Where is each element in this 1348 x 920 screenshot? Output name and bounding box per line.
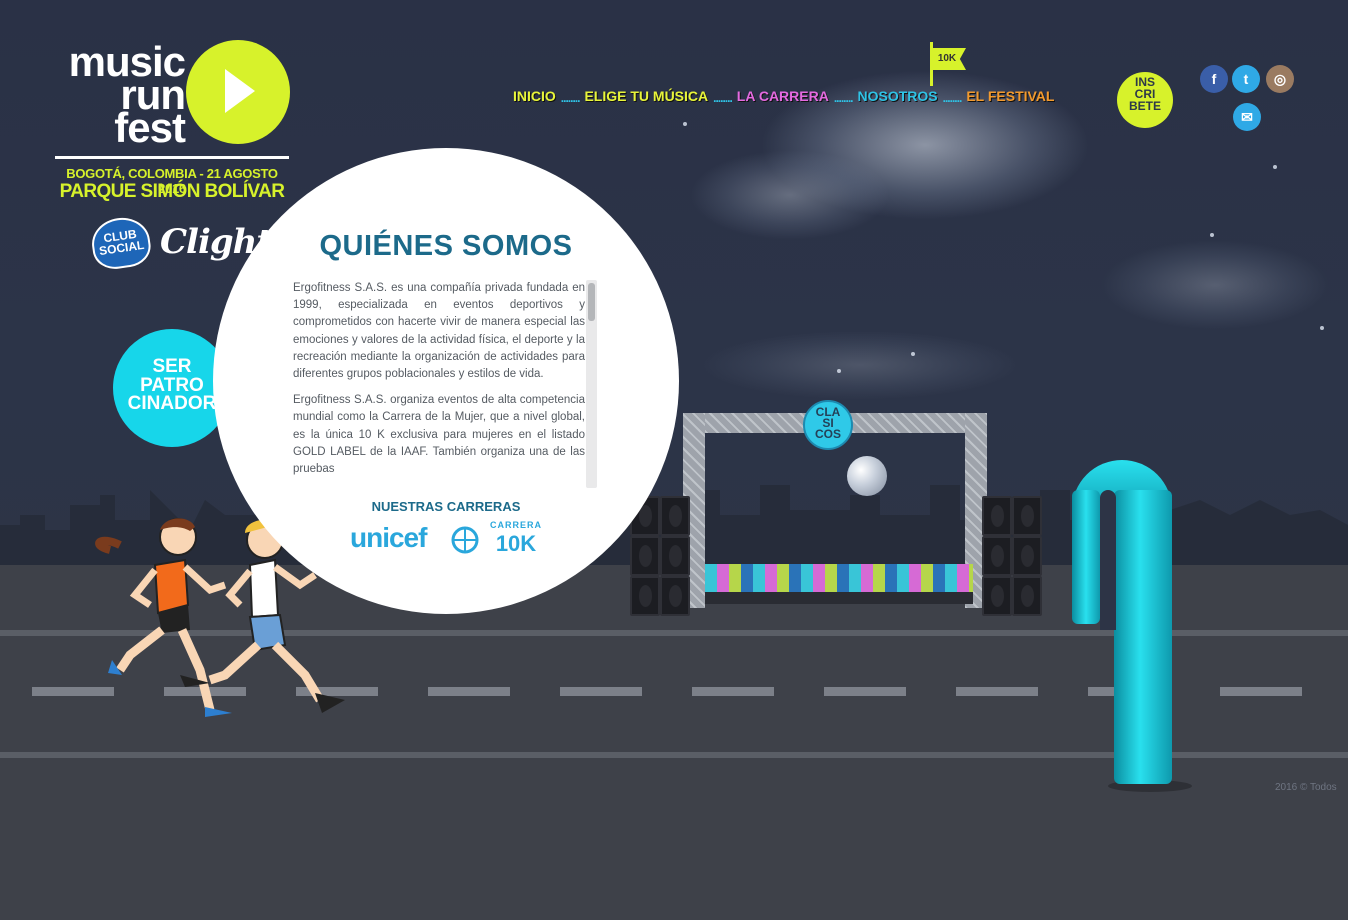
carrera-label: CARRERA bbox=[490, 520, 542, 530]
facebook-icon[interactable]: f bbox=[1200, 65, 1228, 93]
speaker bbox=[982, 496, 1012, 536]
nav-separator: ........ bbox=[713, 91, 733, 105]
star-decoration bbox=[911, 352, 915, 356]
star-decoration bbox=[1320, 326, 1324, 330]
inscribete-button[interactable]: INS CRI BETE bbox=[1117, 72, 1173, 128]
speaker bbox=[1012, 576, 1042, 616]
star-decoration bbox=[837, 369, 841, 373]
cloud-decoration bbox=[690, 150, 890, 240]
speaker bbox=[1012, 496, 1042, 536]
road-dash bbox=[560, 687, 642, 696]
star-decoration bbox=[1210, 233, 1214, 237]
stage-floor bbox=[705, 564, 973, 594]
road-dash bbox=[824, 687, 906, 696]
road-dash bbox=[1220, 687, 1302, 696]
arch-opening bbox=[1100, 490, 1116, 630]
inflatable-arch-right-leg bbox=[1114, 490, 1172, 784]
speaker bbox=[660, 576, 690, 616]
nav-item-nosotros[interactable]: NOSOTROS bbox=[858, 88, 938, 104]
speaker bbox=[1012, 536, 1042, 576]
cloud-decoration bbox=[700, 330, 1020, 400]
star-decoration bbox=[683, 122, 687, 126]
road-dash bbox=[428, 687, 510, 696]
nuestras-carreras-heading: NUESTRAS CARRERAS bbox=[371, 499, 521, 514]
club-social-logo: CLUB SOCIAL bbox=[88, 214, 154, 272]
unicef-globe-icon bbox=[451, 526, 479, 554]
mail-icon[interactable]: ✉ bbox=[1233, 103, 1261, 131]
play-icon bbox=[186, 40, 290, 144]
panel-paragraph: Ergofitness S.A.S. es una compañía priva… bbox=[293, 282, 585, 381]
speaker bbox=[982, 576, 1012, 616]
nav-separator: ........ bbox=[942, 91, 963, 105]
nav-separator: ........ bbox=[560, 91, 581, 105]
nav-separator: ........ bbox=[833, 91, 854, 105]
nav-item-la-carrera[interactable]: LA CARRERA bbox=[737, 88, 829, 104]
ten-k-label: 10K bbox=[495, 531, 537, 556]
speaker bbox=[660, 536, 690, 576]
inflatable-arch-left-leg bbox=[1072, 490, 1100, 624]
logo-word-fest: fest bbox=[114, 104, 186, 151]
nav-item-inicio[interactable]: INICIO bbox=[513, 88, 556, 104]
event-place: PARQUE SIMÓN BOLÍVAR bbox=[59, 181, 285, 202]
panel-title: QUIÉNES SOMOS bbox=[319, 230, 573, 262]
panel-scrollbar-thumb[interactable] bbox=[588, 283, 595, 321]
stage-base bbox=[705, 592, 973, 604]
nav-item-el-festival[interactable]: EL FESTIVAL bbox=[966, 88, 1054, 104]
cloud-decoration bbox=[1100, 240, 1330, 330]
instagram-icon[interactable]: ◎ bbox=[1266, 65, 1294, 93]
nav-item-elige-tu-musica[interactable]: ELIGE TU MÚSICA bbox=[584, 88, 708, 104]
main-nav: INICIO ........ ELIGE TU MÚSICA ........… bbox=[513, 88, 1054, 105]
road-dash bbox=[692, 687, 774, 696]
flag-10k-icon: 10K bbox=[932, 48, 966, 70]
speaker bbox=[982, 536, 1012, 576]
road-dash bbox=[956, 687, 1038, 696]
twitter-icon[interactable]: t bbox=[1232, 65, 1260, 93]
copyright-text: 2016 © Todos bbox=[1275, 782, 1337, 793]
speaker bbox=[630, 576, 660, 616]
clasicos-button[interactable]: CLA SI COS bbox=[803, 400, 853, 450]
unicef-logo-text: unicef bbox=[350, 522, 427, 553]
logo-divider bbox=[55, 156, 289, 159]
disco-ball-icon bbox=[847, 456, 887, 496]
panel-scroll-text[interactable]: Ergofitness S.A.S. es una compañía priva… bbox=[293, 280, 585, 488]
star-decoration bbox=[1273, 165, 1277, 169]
speaker bbox=[630, 536, 660, 576]
panel-paragraph: Ergofitness S.A.S. organiza eventos de a… bbox=[293, 394, 585, 476]
